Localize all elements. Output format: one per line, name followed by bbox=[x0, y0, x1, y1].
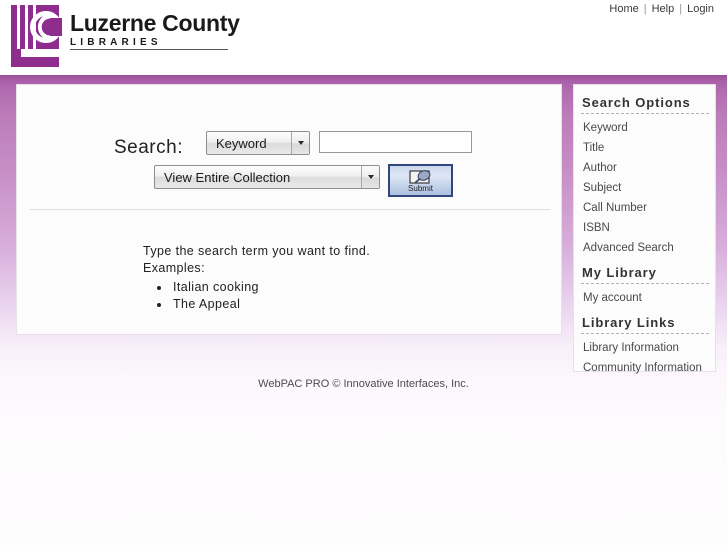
search-type-select[interactable]: Keyword bbox=[206, 131, 310, 155]
sidebar-item-library-information[interactable]: Library Information bbox=[574, 338, 715, 358]
nav-link-home[interactable]: Home bbox=[604, 3, 643, 15]
top-navigation: Home | Help | Login bbox=[604, 3, 719, 15]
search-instructions: Type the search term you want to find. E… bbox=[143, 243, 370, 313]
chevron-down-icon[interactable] bbox=[291, 132, 309, 154]
brand-name: Luzerne County bbox=[70, 10, 240, 36]
sidebar-heading-library-links: Library Links bbox=[582, 315, 676, 330]
sidebar-divider bbox=[581, 283, 709, 284]
brand-underline bbox=[70, 49, 228, 50]
main-search-panel: Search: Keyword View Entire Collection S… bbox=[16, 84, 562, 335]
submit-button-label: Submit bbox=[408, 183, 433, 193]
sidebar-divider bbox=[581, 333, 709, 334]
search-page-icon bbox=[408, 169, 430, 184]
sidebar-item-call-number[interactable]: Call Number bbox=[574, 198, 715, 218]
sidebar-heading-search-options: Search Options bbox=[582, 95, 691, 110]
sidebar-heading-my-library: My Library bbox=[582, 265, 657, 280]
search-scope-select[interactable]: View Entire Collection bbox=[154, 165, 380, 189]
sidebar-item-community-information[interactable]: Community Information bbox=[574, 358, 715, 378]
sidebar: Search Options Keyword Title Author Subj… bbox=[573, 84, 716, 374]
footer-text: WebPAC PRO © Innovative Interfaces, Inc. bbox=[258, 378, 469, 390]
site-logo[interactable]: Luzerne County LIBRARIES bbox=[8, 5, 240, 73]
sidebar-item-isbn[interactable]: ISBN bbox=[574, 218, 715, 238]
example-item: The Appeal bbox=[171, 296, 370, 313]
sidebar-item-my-account[interactable]: My account bbox=[574, 288, 715, 308]
footer: WebPAC PRO © Innovative Interfaces, Inc. bbox=[0, 378, 727, 390]
instruction-line-1: Type the search term you want to find. bbox=[143, 244, 371, 258]
submit-button[interactable]: Submit bbox=[388, 164, 453, 197]
panel-divider bbox=[29, 209, 550, 210]
chevron-down-icon[interactable] bbox=[361, 166, 379, 188]
nav-link-help[interactable]: Help bbox=[647, 3, 680, 15]
sidebar-divider bbox=[581, 113, 709, 114]
instruction-line-2: Examples: bbox=[143, 261, 205, 275]
search-scope-select-value: View Entire Collection bbox=[164, 169, 291, 185]
sidebar-item-advanced-search[interactable]: Advanced Search bbox=[574, 238, 715, 258]
nav-link-login[interactable]: Login bbox=[682, 3, 719, 15]
search-label: Search: bbox=[114, 137, 183, 158]
search-input[interactable] bbox=[319, 131, 472, 153]
sidebar-item-title[interactable]: Title bbox=[574, 138, 715, 158]
sidebar-item-subject[interactable]: Subject bbox=[574, 178, 715, 198]
sidebar-item-author[interactable]: Author bbox=[574, 158, 715, 178]
search-type-select-value: Keyword bbox=[216, 135, 267, 151]
luzerne-county-libraries-logo-icon bbox=[11, 5, 62, 67]
brand-subtitle: LIBRARIES bbox=[70, 37, 162, 48]
instruction-examples: Italian cooking The Appeal bbox=[143, 279, 370, 313]
site-header: Luzerne County LIBRARIES Home | Help | Login bbox=[0, 0, 727, 75]
example-item: Italian cooking bbox=[171, 279, 370, 296]
brand-text: Luzerne County LIBRARIES bbox=[70, 11, 250, 50]
sidebar-item-keyword[interactable]: Keyword bbox=[574, 118, 715, 138]
